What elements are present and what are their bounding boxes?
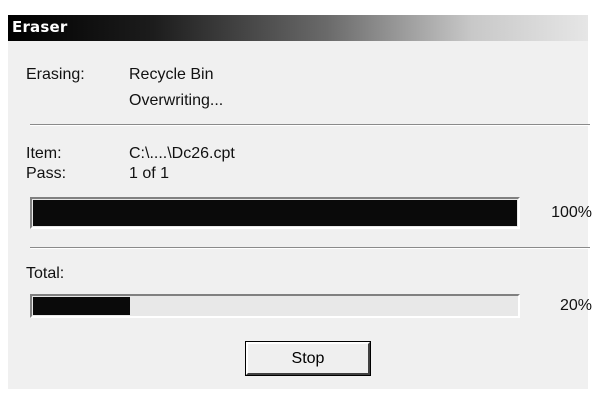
- stop-button[interactable]: Stop: [245, 341, 371, 376]
- total-progress-bar: [30, 294, 520, 318]
- total-progress-percent: 20%: [559, 297, 592, 314]
- total-label: Total:: [26, 265, 65, 282]
- erasing-label: Erasing:: [26, 66, 85, 83]
- erasing-target: Recycle Bin: [129, 66, 214, 83]
- erasing-status: Overwriting...: [129, 92, 224, 109]
- item-label: Item:: [26, 145, 62, 162]
- separator-bottom: [30, 247, 590, 249]
- eraser-dialog: Eraser Erasing: Recycle Bin Overwriting.…: [8, 15, 592, 389]
- pass-label: Pass:: [26, 165, 67, 182]
- item-progress-percent: 100%: [551, 204, 592, 221]
- item-progress-bar: [30, 197, 520, 229]
- item-path: C:\....\Dc26.cpt: [129, 145, 235, 162]
- title-bar[interactable]: Eraser: [8, 15, 588, 41]
- total-progress-fill: [33, 297, 130, 315]
- window-title: Eraser: [12, 18, 68, 36]
- pass-value: 1 of 1: [129, 165, 170, 182]
- item-progress-fill: [33, 200, 517, 226]
- separator-top: [30, 124, 590, 126]
